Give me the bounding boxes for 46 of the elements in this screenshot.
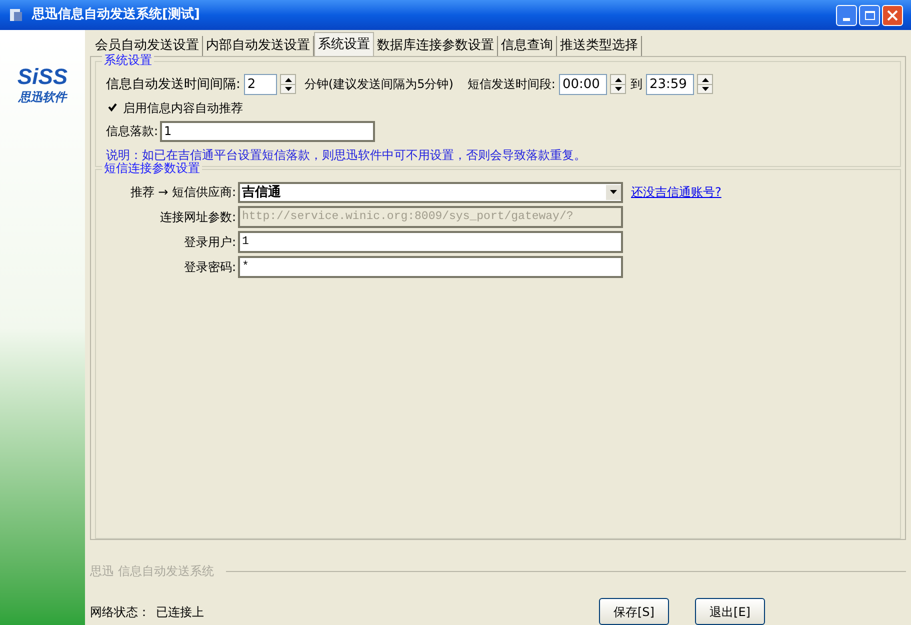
group-title: 系统设置 [102,54,154,66]
spin-buttons[interactable] [280,74,296,94]
up-arrow-icon [284,78,292,82]
group-title: 短信连接参数设置 [102,162,202,174]
down-arrow-icon [284,87,292,92]
up-arrow-icon [702,78,709,82]
text-field[interactable]: * [238,256,623,278]
spin-buttons[interactable] [610,74,626,94]
spin-field[interactable]: 2 [244,74,278,95]
field-label: 登录密码: [182,258,237,276]
field-label: 信息自动发送时间间隔: [106,76,240,94]
note-text: 说明：如已在吉信通平台设置短信落款，则思迅软件中可不用设置，否则会导致落款重复。 [106,146,587,162]
field-label: 推荐 → 短信供应商: [129,184,237,202]
spin-field[interactable]: 23:59 [646,74,694,95]
status-value: 已连接上 [156,604,204,620]
window-title: 思迅信息自动发送系统[测试] [32,6,200,24]
provider-dropdown[interactable]: 吉信通 [238,182,623,203]
text-field[interactable]: 1 [238,230,623,253]
checkbox-label: 启用信息内容自动推荐 [123,100,243,117]
app-icon [8,7,24,23]
field-label: 信息落款: [106,123,158,140]
logo: SiSS [17,66,68,88]
close-icon [887,10,898,20]
caret-icon [610,190,617,194]
tab[interactable]: 系统设置 [314,32,374,56]
unit-text: 分钟(建议发送间隔为5分钟) [304,76,454,94]
footer-button[interactable]: 保存[S] [599,598,669,625]
close-button[interactable] [882,4,903,26]
field-label: 到 [630,76,642,94]
checkbox[interactable] [106,101,119,114]
footer-caption: 思迅 信息自动发送系统 [90,563,214,580]
signature-field[interactable]: 1 [160,120,376,142]
maximize-button[interactable] [859,4,880,26]
down-arrow-icon [614,87,622,92]
spin-field[interactable]: 00:00 [559,74,608,95]
field-label: 短信发送时间段: [467,76,556,94]
signup-link[interactable]: 还没吉信通账号? [631,183,722,202]
field-label: 登录用户: [182,234,237,251]
up-arrow-icon [614,78,622,82]
logo-caption: 思迅软件 [18,89,66,106]
status-label: 网络状态： [90,604,151,620]
footer-button[interactable]: 退出[E] [695,598,765,625]
minimize-button[interactable] [836,4,857,26]
down-arrow-icon [702,87,709,92]
spin-buttons[interactable] [697,74,714,94]
field-label: 连接网址参数: [158,208,237,226]
